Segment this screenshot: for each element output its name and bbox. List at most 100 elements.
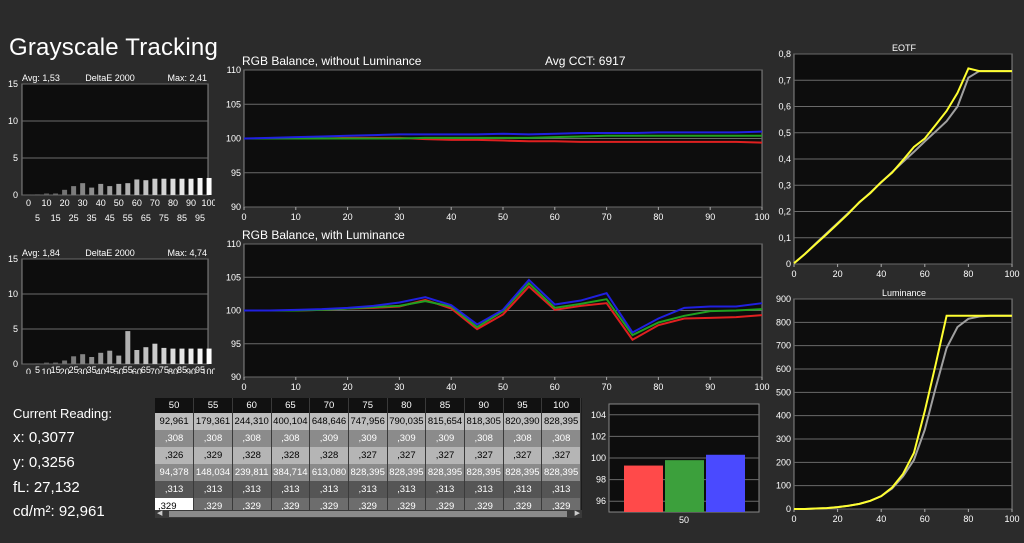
x-tick-label: 10 xyxy=(42,198,52,208)
table-cell[interactable]: ,313 xyxy=(425,481,465,498)
x-reading: x: 0,3077 xyxy=(13,429,75,446)
x-tick-label: 50 xyxy=(114,198,124,208)
table-cell[interactable]: ,313 xyxy=(271,481,311,498)
delta-bar xyxy=(98,352,104,364)
x-tick-label: 90 xyxy=(186,198,196,208)
y-tick-label: 800 xyxy=(776,317,791,327)
y-tick-label: 95 xyxy=(231,168,241,178)
table-cell[interactable]: ,313 xyxy=(464,481,504,498)
delta-bar xyxy=(53,193,59,195)
table-cell[interactable]: 828,395 xyxy=(425,464,465,481)
table-cell[interactable]: ,313 xyxy=(232,481,272,498)
table-cell[interactable]: 148,034 xyxy=(193,464,233,481)
table-cell[interactable]: ,313 xyxy=(541,481,581,498)
x-tick-label: 0 xyxy=(241,382,246,392)
delta-e-chart-top: Avg: 1,53 DeltaE 2000 Max: 2,41 0510150 1… xyxy=(8,73,215,223)
table-cell[interactable]: ,309 xyxy=(425,430,465,447)
table-cell[interactable]: ,308 xyxy=(271,430,311,447)
delta-bar xyxy=(71,356,77,364)
plot-area xyxy=(21,258,209,365)
table-cell[interactable]: ,309 xyxy=(348,430,388,447)
table-row[interactable]: ,308,308,308,308,309,309,309,309,308,308… xyxy=(155,430,581,447)
table-cell[interactable]: ,328 xyxy=(309,447,349,464)
table-cell[interactable]: ,326 xyxy=(155,447,195,464)
delta-bar xyxy=(44,362,50,364)
table-cell[interactable]: 648,646 xyxy=(309,413,349,430)
table-cell[interactable]: 815,654 xyxy=(425,413,465,430)
max-label: Max: 2,41 xyxy=(167,73,207,83)
table-cell[interactable]: 828,395 xyxy=(541,464,581,481)
x-tick-label: 40 xyxy=(446,212,456,222)
table-cell[interactable]: ,308 xyxy=(155,430,195,447)
table-cell[interactable]: ,313 xyxy=(155,481,195,498)
x-tick-label: 15 xyxy=(51,213,61,223)
y-tick-label: 0,3 xyxy=(778,180,791,190)
table-cell[interactable]: 400,104 xyxy=(271,413,311,430)
x-tick-label: 20 xyxy=(833,514,843,524)
table-cell[interactable]: 828,395 xyxy=(348,464,388,481)
table-cell[interactable]: ,329 xyxy=(193,447,233,464)
table-cell[interactable]: 747,956 xyxy=(348,413,388,430)
table-cell[interactable]: ,313 xyxy=(193,481,233,498)
table-cell[interactable]: ,308 xyxy=(503,430,543,447)
x-tick-label: 40 xyxy=(876,514,886,524)
table-cell[interactable]: ,309 xyxy=(309,430,349,447)
table-cell[interactable]: ,313 xyxy=(348,481,388,498)
avg-cct-label: Avg CCT: 6917 xyxy=(545,54,626,68)
table-cell[interactable]: 94,378 xyxy=(155,464,195,481)
x-tick-label: 25 xyxy=(69,365,79,374)
table-cell[interactable]: ,327 xyxy=(348,447,388,464)
column-header: 70 xyxy=(309,398,349,413)
table-cell[interactable]: 828,395 xyxy=(464,464,504,481)
x-tick-label: 0 xyxy=(26,198,31,208)
table-cell[interactable]: ,328 xyxy=(232,447,272,464)
table-cell[interactable]: ,313 xyxy=(309,481,349,498)
horizontal-scrollbar[interactable]: ◀ ▶ xyxy=(155,510,582,518)
measurement-table[interactable]: 50 55 60 65 70 75 80 85 90 95 100 92,961 179,361 244… xyxy=(155,398,582,518)
table-cell[interactable]: 239,811 xyxy=(232,464,272,481)
table-cell[interactable]: 828,395 xyxy=(541,413,581,430)
table-cell[interactable]: 384,714 xyxy=(271,464,311,481)
table-cell[interactable]: 828,395 xyxy=(503,464,543,481)
y-tick-label: 96 xyxy=(596,496,606,506)
table-cell[interactable]: ,313 xyxy=(387,481,427,498)
table-cell[interactable]: 818,305 xyxy=(464,413,504,430)
table-header-row: 50 55 60 65 70 75 80 85 90 95 100 xyxy=(155,398,581,413)
x-tick-label: 65 xyxy=(141,213,151,223)
table-row[interactable]: ,313,313,313,313,313,313,313,313,313,313… xyxy=(155,481,581,498)
scroll-right-icon[interactable]: ▶ xyxy=(575,509,580,517)
table-cell[interactable]: 790,035 xyxy=(387,413,427,430)
scroll-left-icon[interactable]: ◀ xyxy=(157,509,162,517)
delta-e-chart-bottom: Avg: 1,84 DeltaE 2000 Max: 4,74 0510150 1… xyxy=(8,248,215,374)
x-tick-label: 45 xyxy=(105,213,115,223)
table-cell[interactable]: 613,080 xyxy=(309,464,349,481)
cdm2-reading: cd/m²: 92,961 xyxy=(13,503,105,520)
table-cell[interactable]: ,313 xyxy=(503,481,543,498)
table-cell[interactable]: ,327 xyxy=(464,447,504,464)
table-cell[interactable]: 828,395 xyxy=(387,464,427,481)
table-row[interactable]: 94,378 148,034 239,811 384,714 613,080 828,39… xyxy=(155,464,581,481)
table-cell[interactable]: ,308 xyxy=(464,430,504,447)
table-cell[interactable]: 820,390 xyxy=(503,413,543,430)
delta-bar xyxy=(161,178,167,195)
table-cell[interactable]: ,328 xyxy=(271,447,311,464)
plot-area xyxy=(21,83,209,196)
table-cell[interactable]: ,308 xyxy=(193,430,233,447)
table-cell[interactable]: ,309 xyxy=(387,430,427,447)
table-cell[interactable]: ,327 xyxy=(425,447,465,464)
x-tick-label: 85 xyxy=(177,365,187,374)
table-cell[interactable]: ,327 xyxy=(503,447,543,464)
table-row[interactable]: ,326,329,328,328,328,327,327,327,327,327… xyxy=(155,447,581,464)
table-cell[interactable]: 92,961 xyxy=(155,413,195,430)
table-cell[interactable]: ,308 xyxy=(232,430,272,447)
table-cell[interactable]: ,308 xyxy=(541,430,581,447)
table-cell[interactable]: 179,361 xyxy=(193,413,233,430)
table-row[interactable]: 92,961 179,361 244,310 400,104 648,646 747,95… xyxy=(155,413,581,430)
delta-bar xyxy=(98,183,104,195)
table-cell[interactable]: 244,310 xyxy=(232,413,272,430)
x-tick-label: 55 xyxy=(123,365,133,374)
scrollbar-thumb[interactable] xyxy=(169,511,567,517)
table-cell[interactable]: ,327 xyxy=(541,447,581,464)
x-tick-label: 80 xyxy=(963,269,973,279)
table-cell[interactable]: ,327 xyxy=(387,447,427,464)
